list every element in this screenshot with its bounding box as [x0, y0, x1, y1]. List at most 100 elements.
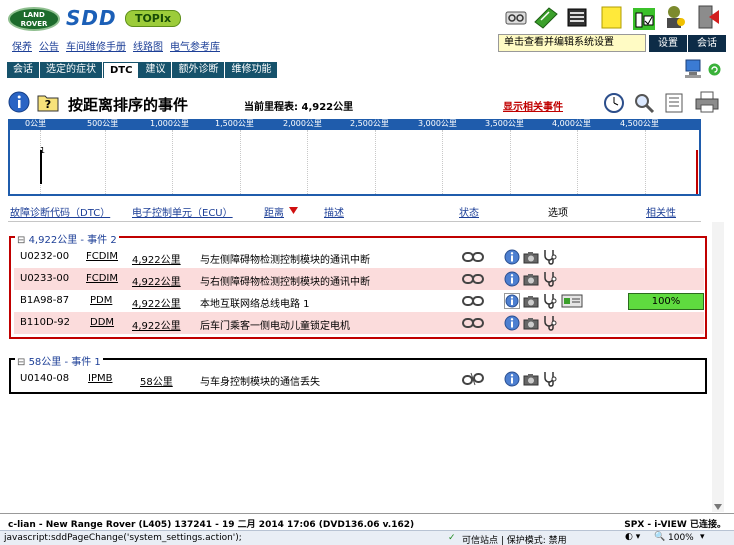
info-icon[interactable]	[8, 91, 30, 113]
tab-selected-symptoms[interactable]: 选定的症状	[40, 62, 103, 78]
chain-status-icon	[462, 296, 484, 306]
camera-icon[interactable]	[523, 315, 539, 331]
info-icon[interactable]	[504, 271, 520, 287]
table-row[interactable]: U0232-00 FCDIM 4,922公里 与左侧障碍物检测控制模块的通讯中断	[14, 246, 704, 268]
event-group-label[interactable]: ⊟ 58公里 - 事件 1	[15, 353, 103, 368]
green-card-icon[interactable]	[533, 4, 559, 30]
clock-icon[interactable]	[603, 92, 625, 114]
sort-down-icon	[289, 207, 298, 214]
link-bulletins[interactable]: 公告	[39, 42, 59, 53]
settings-button[interactable]: 设置	[649, 35, 687, 52]
chain-status-icon	[462, 318, 484, 328]
link-wiring-diagram[interactable]: 线路图	[133, 42, 163, 53]
camera-icon[interactable]	[523, 271, 539, 287]
data-card-icon[interactable]	[561, 293, 583, 309]
ecu-link[interactable]: FCDIM	[86, 251, 118, 262]
dtc-code: U0233-00	[20, 273, 70, 284]
app-header: LAND ROVER SDD TOPIx 保养 公告 车间维修手册 线路图 电气参考库 …	[0, 0, 734, 58]
vertical-scrollbar[interactable]	[712, 222, 724, 512]
info-icon[interactable]	[504, 315, 520, 331]
column-header-dtc[interactable]: 故障诊断代码（DTC）	[10, 204, 110, 219]
info-icon[interactable]	[504, 249, 520, 265]
camera-icon[interactable]	[523, 249, 539, 265]
timeline-tick-label: 4,000公里	[552, 119, 591, 128]
ecu-link[interactable]: DDM	[90, 317, 114, 328]
stethoscope-icon[interactable]	[542, 371, 558, 387]
dtc-code: U0140-08	[20, 373, 70, 384]
land-rover-logo: LAND ROVER	[8, 7, 60, 31]
printer-icon[interactable]	[694, 90, 720, 114]
browser-status-bar: javascript:sddPageChange('system_setting…	[0, 530, 734, 545]
column-header-status[interactable]: 状态	[459, 204, 479, 219]
table-row[interactable]: B1A98-87 PDM 4,922公里 本地互联网络总线电路 1 100%	[14, 290, 704, 312]
tab-recommendations[interactable]: 建议	[139, 62, 173, 78]
ecu-link[interactable]: IPMB	[88, 373, 112, 384]
timeline-tick-label: 3,000公里	[418, 119, 457, 128]
timeline-tick-label: 2,000公里	[283, 119, 322, 128]
exit-door-icon[interactable]	[695, 4, 721, 30]
table-row[interactable]: U0140-08 IPMB 58公里 与车身控制模块的通信丢失	[14, 368, 704, 390]
refresh-icon[interactable]	[708, 63, 721, 76]
info-icon[interactable]	[504, 371, 520, 387]
scroll-down-arrow-icon[interactable]	[714, 504, 722, 510]
camera-icon[interactable]	[523, 293, 539, 309]
dtc-code: B110D-92	[20, 317, 70, 328]
session-button[interactable]: 会话	[688, 35, 726, 52]
stethoscope-icon[interactable]	[542, 249, 558, 265]
table-header: 故障诊断代码（DTC） 电子控制单元（ECU） 距离 描述 状态 选项 相关性	[8, 200, 701, 222]
timeline-tick-label: 4,500公里	[620, 119, 659, 128]
timeline-tick-label: 1,000公里	[150, 119, 189, 128]
event-marker[interactable]	[40, 150, 42, 184]
checkmark-icon: ✓	[448, 533, 456, 543]
camera-icon[interactable]	[523, 371, 539, 387]
zoom-level[interactable]: 100%	[668, 533, 694, 543]
folder-question-icon[interactable]: ?	[36, 91, 60, 113]
distance-timeline[interactable]: 0公里 500公里 1,000公里 1,500公里 2,000公里 2,500公…	[8, 119, 701, 196]
dtc-code: B1A98-87	[20, 295, 70, 306]
battery-check-icon[interactable]	[631, 4, 657, 30]
connection-status: SPX - i-VIEW 已连接。	[624, 520, 726, 530]
tab-dtc[interactable]: DTC	[103, 62, 140, 78]
table-row[interactable]: B110D-92 DDM 4,922公里 后车门乘客一侧电动儿童锁定电机	[14, 312, 704, 334]
tab-extra-diagnostics[interactable]: 额外诊断	[172, 62, 226, 78]
stethoscope-icon[interactable]	[542, 271, 558, 287]
link-electrical-library[interactable]: 电气参考库	[170, 42, 220, 53]
list-icon[interactable]	[663, 92, 685, 114]
column-header-distance[interactable]: 距离	[264, 204, 284, 219]
column-header-ecu[interactable]: 电子控制单元（ECU）	[132, 204, 233, 219]
tab-repair-functions[interactable]: 维修功能	[225, 62, 279, 78]
stethoscope-print-icon[interactable]	[503, 4, 529, 30]
ecu-link[interactable]: PDM	[90, 295, 112, 306]
show-related-events-link[interactable]: 显示相关事件	[503, 98, 563, 113]
topix-button[interactable]: TOPIx	[125, 10, 181, 27]
link-maintenance[interactable]: 保养	[12, 42, 32, 53]
table-row[interactable]: U0233-00 FCDIM 4,922公里 与右侧障碍物检测控制模块的通讯中断	[14, 268, 704, 290]
notebook-icon[interactable]	[564, 4, 590, 30]
zoom-dropdown-icon[interactable]: ▾	[700, 532, 705, 542]
link-workshop-manual[interactable]: 车间维修手册	[66, 42, 126, 53]
computer-link-icon[interactable]	[683, 58, 705, 80]
column-header-relevance[interactable]: 相关性	[646, 204, 676, 219]
settings-person-icon[interactable]	[661, 4, 687, 30]
event-group-label[interactable]: ⊟ 4,922公里 - 事件 2	[15, 231, 119, 246]
odometer-label: 当前里程表: 4,922公里	[244, 102, 354, 113]
distance-value: 4,922公里	[132, 277, 181, 288]
sticky-note-icon[interactable]	[599, 4, 625, 30]
magnifier-icon[interactable]	[633, 92, 655, 114]
zoom-icon[interactable]: 🔍	[654, 532, 665, 542]
stethoscope-icon[interactable]	[542, 315, 558, 331]
timeline-tick-label: 0公里	[25, 119, 47, 128]
event-marker-label: 1	[40, 146, 46, 155]
timeline-tick-label: 3,500公里	[485, 119, 524, 128]
stethoscope-icon[interactable]	[542, 293, 558, 309]
ecu-link[interactable]: FCDIM	[86, 273, 118, 284]
info-icon[interactable]	[504, 293, 520, 309]
current-position-marker	[696, 150, 698, 194]
timeline-tick-label: 2,500公里	[350, 119, 389, 128]
column-header-description[interactable]: 描述	[324, 204, 344, 219]
tab-session[interactable]: 会话	[7, 62, 40, 78]
event-group: ⊟ 58公里 - 事件 1 U0140-08 IPMB 58公里 与车身控制模块…	[9, 353, 707, 394]
trusted-site-text: 可信站点 | 保护模式: 禁用	[462, 536, 567, 545]
status-url: javascript:sddPageChange('system_setting…	[4, 533, 242, 543]
security-icon[interactable]: ◐ ▾	[625, 532, 640, 542]
